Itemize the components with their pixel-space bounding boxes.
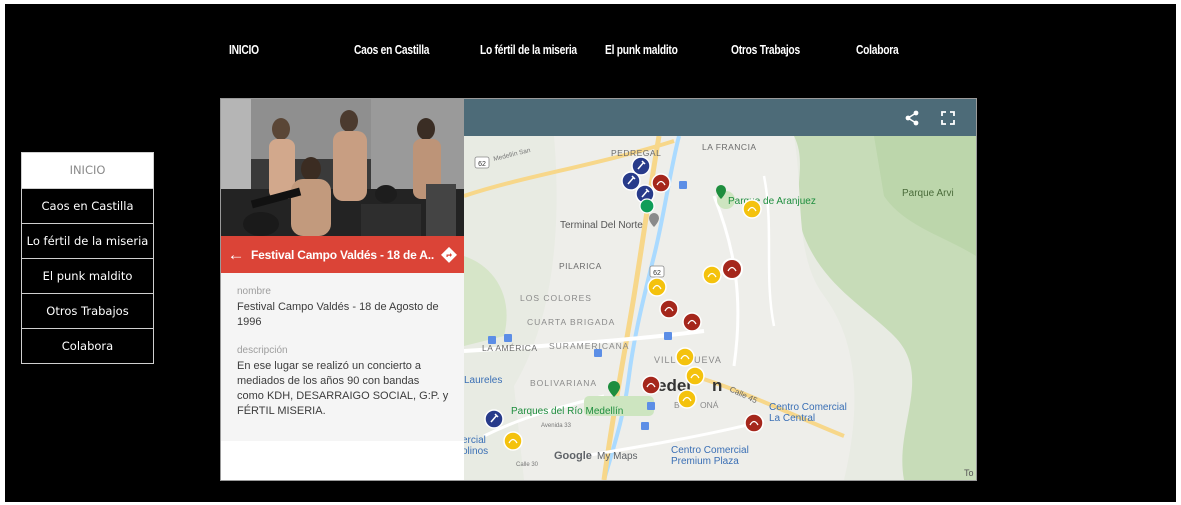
- sidenav-item-caos-en-castilla[interactable]: Caos en Castilla: [22, 188, 153, 223]
- map-header: [464, 99, 976, 136]
- sidenav-item-el-punk-maldito[interactable]: El punk maldito: [22, 258, 153, 293]
- topnav-otros-trabajos[interactable]: Otros Trabajos: [731, 43, 800, 57]
- road-62-shield: 62: [478, 161, 486, 168]
- my-maps-label: My Maps: [597, 451, 638, 462]
- map-label-medellin-b: n: [712, 376, 722, 395]
- concert-photo: [221, 99, 464, 236]
- map-label-pedregal: PEDREGAL: [611, 148, 661, 158]
- map-label-boston-b: ONÁ: [700, 400, 719, 410]
- topnav-inicio[interactable]: INICIO: [229, 43, 259, 57]
- panel-footer: [221, 441, 464, 480]
- map-label-la-central: La Central: [769, 413, 815, 424]
- map-label-villanueva-a: VILL: [654, 355, 677, 365]
- share-icon[interactable]: [903, 109, 921, 127]
- name-label: nombre: [237, 286, 271, 297]
- place-details: nombre Festival Campo Valdés - 18 de Ago…: [221, 273, 464, 441]
- topnav-colabora[interactable]: Colabora: [856, 43, 899, 57]
- topnav-caos-en-castilla[interactable]: Caos en Castilla: [354, 43, 429, 57]
- fullscreen-icon[interactable]: [939, 109, 957, 127]
- map-canvas[interactable]: 62 62 Medellín San Calle 45 Calle 30 Ave…: [464, 99, 976, 480]
- google-logo: Google: [554, 450, 592, 462]
- map-label-comercial-molinos-b: olinos: [464, 446, 488, 457]
- map-label-cuarta-brigada: CUARTA BRIGADA: [527, 317, 615, 327]
- map-label-premium-plaza: Premium Plaza: [671, 456, 739, 467]
- topnav-lo-fertil-de-la-miseria[interactable]: Lo fértil de la miseria: [480, 43, 577, 57]
- map-tiles[interactable]: 62 62 Medellín San Calle 45 Calle 30 Ave…: [464, 136, 976, 480]
- sidenav-item-otros-trabajos[interactable]: Otros Trabajos: [22, 293, 153, 328]
- place-detail-panel: ← Festival Campo Valdés - 18 de A... nom…: [221, 99, 464, 480]
- road-label-avenida-33: Avenida 33: [541, 423, 572, 429]
- map-label-centro-comercial-central: Centro Comercial: [769, 402, 847, 413]
- sidenav-item-inicio[interactable]: INICIO: [22, 153, 153, 188]
- page-background: INICIO Caos en Castilla Lo fértil de la …: [5, 4, 1176, 502]
- map-label-comercial-molinos-a: ercial: [464, 435, 486, 446]
- map-label-to: To: [964, 468, 974, 478]
- top-navigation: INICIO Caos en Castilla Lo fértil de la …: [5, 43, 1176, 63]
- road-62b-shield: 62: [653, 270, 661, 277]
- map-label-los-colores: LOS COLORES: [520, 293, 592, 303]
- directions-icon[interactable]: [434, 236, 464, 273]
- map-label-pilarica: PILARICA: [559, 261, 602, 271]
- name-value: Festival Campo Valdés - 18 de Agosto de …: [237, 301, 439, 328]
- map-label-parque-aranjuez: Parque de Aranjuez: [728, 196, 816, 207]
- map-label-terminal-norte: Terminal Del Norte: [560, 220, 643, 231]
- map-label-bolivariana: BOLIVARIANA: [530, 378, 597, 388]
- place-title: Festival Campo Valdés - 18 de A...: [251, 247, 434, 262]
- map-label-villanueva-b: UEVA: [694, 355, 722, 365]
- sidenav-item-colabora[interactable]: Colabora: [22, 328, 153, 363]
- map-label-laureles: Laureles: [464, 375, 502, 386]
- arrow-left-icon[interactable]: ←: [221, 245, 251, 265]
- sidenav-item-lo-fertil-de-la-miseria[interactable]: Lo fértil de la miseria: [22, 223, 153, 258]
- green-marker-icon: [639, 198, 655, 214]
- description-label: descripción: [237, 345, 288, 356]
- map-label-la-america: LA AMÉRICA: [482, 343, 538, 353]
- embedded-map: ← Festival Campo Valdés - 18 de A... nom…: [220, 98, 977, 481]
- map-label-centro-premium: Centro Comercial: [671, 445, 749, 456]
- map-label-suramericana: SURAMERICANA: [549, 341, 629, 351]
- description-value: En ese lugar se realizó un concierto a m…: [237, 360, 449, 417]
- map-label-la-francia: LA FRANCIA: [702, 142, 757, 152]
- road-label-calle-30: Calle 30: [516, 462, 539, 468]
- topnav-el-punk-maldito[interactable]: El punk maldito: [605, 43, 678, 57]
- map-label-parque-arvi: Parque Arvi: [902, 188, 954, 199]
- map-label-parques-rio: Parques del Río Medellín: [511, 406, 623, 417]
- side-navigation: INICIO Caos en Castilla Lo fértil de la …: [21, 152, 154, 364]
- place-title-bar: ← Festival Campo Valdés - 18 de A...: [221, 236, 464, 273]
